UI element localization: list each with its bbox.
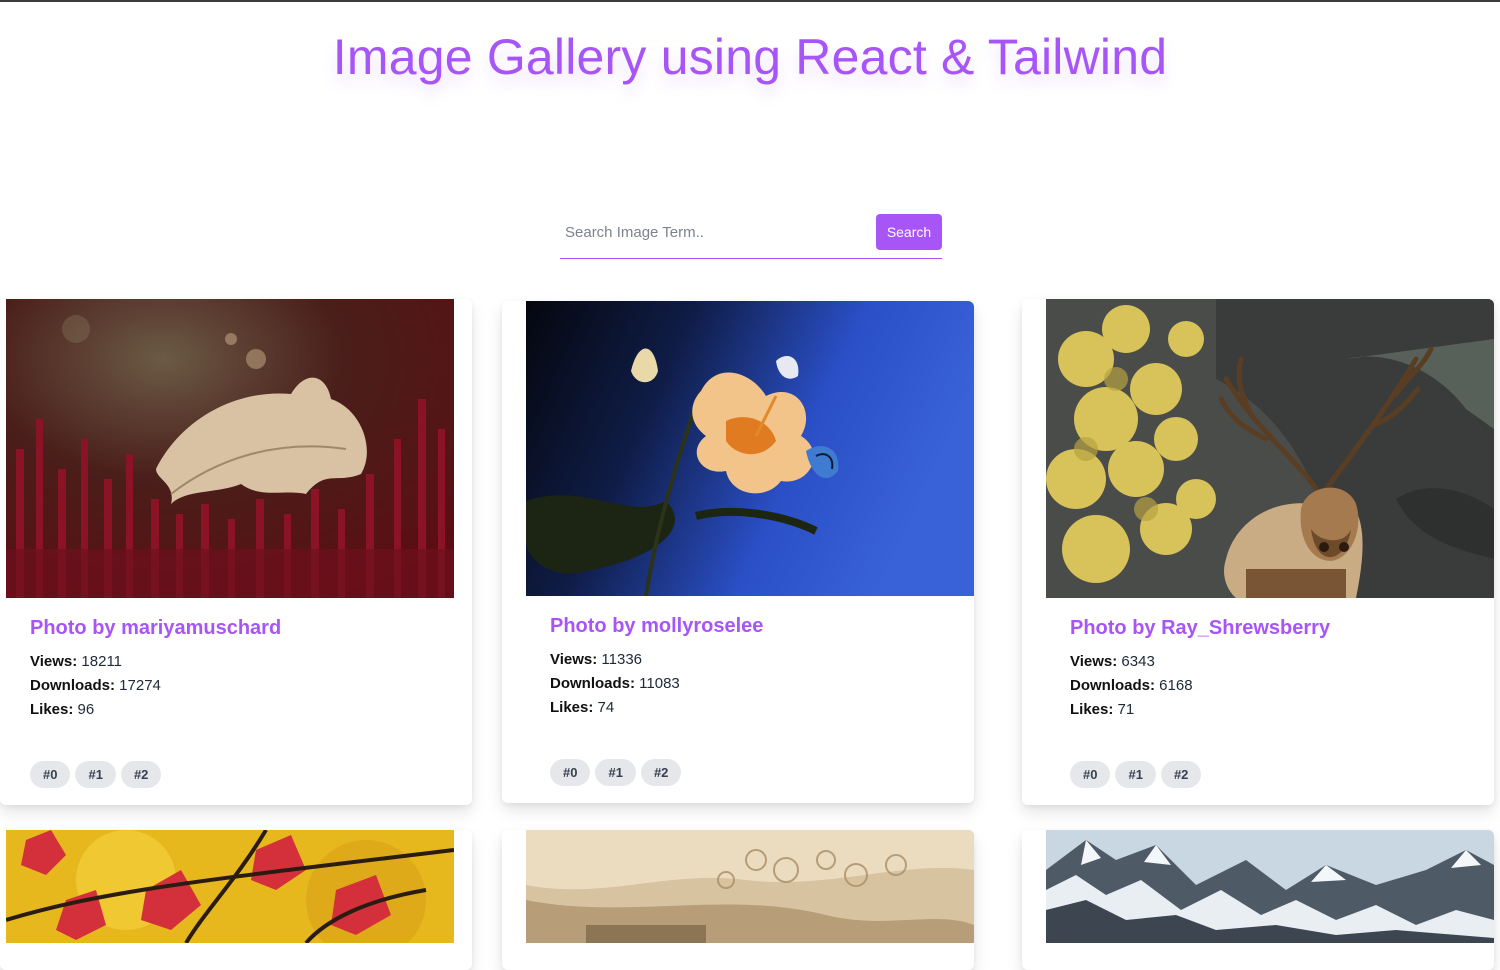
views-value: 6343 [1121, 653, 1155, 670]
photo-snowy-mountains[interactable] [1046, 830, 1494, 943]
photo-author[interactable]: Photo by mariyamuschard [30, 617, 281, 640]
downloads-stat: Downloads: 6168 [1070, 677, 1193, 694]
downloads-value: 6168 [1159, 677, 1193, 694]
tag-chip[interactable]: #0 [550, 759, 591, 786]
photo-author[interactable]: Photo by Ray_Shrewsberry [1070, 617, 1330, 640]
views-label: Views: [550, 651, 598, 668]
tag-chip[interactable]: #2 [640, 759, 682, 786]
likes-stat: Likes: 96 [30, 701, 94, 718]
downloads-value: 17274 [119, 677, 161, 694]
tag-chip[interactable]: #1 [595, 759, 636, 786]
photo-lace-fabric[interactable] [526, 830, 974, 943]
window-top-border [0, 0, 1500, 2]
likes-value: 96 [77, 701, 95, 718]
search-input[interactable] [560, 212, 870, 252]
likes-stat: Likes: 71 [1070, 701, 1134, 718]
image-card: Photo by mollyroselee Views: 11336 Downl… [502, 301, 974, 803]
tag-chip[interactable]: #2 [120, 761, 162, 788]
photo-autumn-leaf-on-heather[interactable] [6, 299, 454, 598]
downloads-stat: Downloads: 11083 [550, 675, 680, 692]
image-card [502, 830, 974, 970]
views-stat: Views: 6343 [1070, 653, 1155, 670]
tag-chip[interactable]: #0 [1070, 761, 1111, 788]
tag-list: #0 #1 #2 [550, 759, 686, 786]
image-card: Photo by Ray_Shrewsberry Views: 6343 Dow… [1022, 299, 1494, 805]
downloads-label: Downloads: [1070, 677, 1155, 694]
image-card [0, 830, 472, 970]
image-card: Photo by mariyamuschard Views: 18211 Dow… [0, 299, 472, 805]
likes-label: Likes: [550, 699, 594, 716]
views-value: 11336 [601, 651, 643, 668]
views-stat: Views: 11336 [550, 651, 642, 668]
likes-stat: Likes: 74 [550, 699, 614, 716]
search-button[interactable]: Search [876, 214, 942, 250]
search-form: Search [560, 212, 942, 259]
photo-elk-with-antlers[interactable] [1046, 299, 1494, 598]
image-card [1022, 830, 1494, 970]
photo-author[interactable]: Photo by mollyroselee [550, 615, 763, 638]
likes-label: Likes: [1070, 701, 1114, 718]
downloads-label: Downloads: [550, 675, 635, 692]
photo-hibiscus-with-butterflies[interactable] [526, 301, 974, 596]
downloads-value: 11083 [639, 675, 680, 692]
tag-chip[interactable]: #1 [1115, 761, 1156, 788]
photo-red-maple-leaves[interactable] [6, 830, 454, 943]
tag-list: #0 #1 #2 [1070, 761, 1206, 788]
tag-chip[interactable]: #2 [1160, 761, 1202, 788]
downloads-stat: Downloads: 17274 [30, 677, 161, 694]
likes-label: Likes: [30, 701, 74, 718]
downloads-label: Downloads: [30, 677, 115, 694]
views-label: Views: [1070, 653, 1118, 670]
tag-list: #0 #1 #2 [30, 761, 166, 788]
likes-value: 71 [1117, 701, 1135, 718]
views-stat: Views: 18211 [30, 653, 122, 670]
likes-value: 74 [597, 699, 615, 716]
tag-chip[interactable]: #0 [30, 761, 71, 788]
page-title: Image Gallery using React & Tailwind [332, 29, 1168, 85]
views-value: 18211 [81, 653, 123, 670]
views-label: Views: [30, 653, 78, 670]
tag-chip[interactable]: #1 [75, 761, 116, 788]
